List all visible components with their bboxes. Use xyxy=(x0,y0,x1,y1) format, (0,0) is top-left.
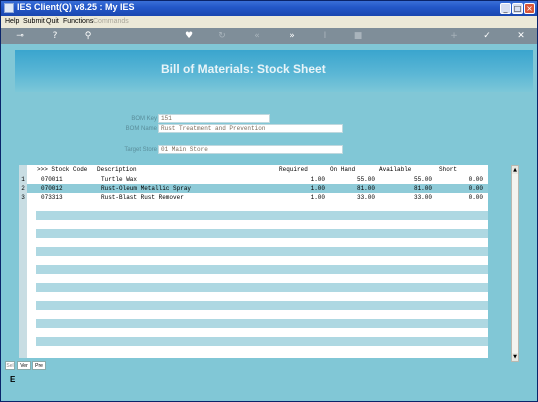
search-icon[interactable]: ⚲ xyxy=(83,30,93,42)
bom-key-field[interactable]: 151 xyxy=(158,114,270,123)
rewind-icon[interactable]: « xyxy=(251,30,263,42)
app-icon xyxy=(4,3,14,13)
col-stock-code[interactable]: >>> Stock Code xyxy=(37,166,87,173)
empty-row[interactable] xyxy=(36,274,488,283)
empty-row[interactable] xyxy=(36,256,488,265)
empty-row[interactable] xyxy=(36,319,488,328)
row-number: 1 xyxy=(21,176,25,183)
page-header: Bill of Materials: Stock Sheet xyxy=(15,50,533,92)
row-number: 2 xyxy=(21,185,25,192)
cell-short: 0.00 xyxy=(468,176,483,183)
empty-row[interactable] xyxy=(36,265,488,274)
menu-submit[interactable]: Submit xyxy=(23,18,45,25)
cell-on-hand: 81.00 xyxy=(356,185,375,192)
empty-row[interactable] xyxy=(36,238,488,247)
col-required[interactable]: Required xyxy=(279,166,308,173)
table-row[interactable]: 073313 Rust-Blast Rust Remover 1.00 33.0… xyxy=(27,193,488,202)
close-window-button[interactable]: × xyxy=(524,3,535,14)
title-bar[interactable]: IES Client(Q) v8.25 : My IES _ □ × xyxy=(1,1,537,16)
help-icon[interactable]: ? xyxy=(50,30,60,42)
cell-short: 0.00 xyxy=(468,185,483,192)
cell-required: 1.00 xyxy=(310,176,325,183)
bom-name-field[interactable]: Rust Treatment and Prevention xyxy=(158,124,343,133)
tab-pre[interactable]: Pre xyxy=(32,361,46,370)
grid-header: >>> Stock Code Description Required On H… xyxy=(27,165,488,174)
empty-row[interactable] xyxy=(36,220,488,229)
app-window: IES Client(Q) v8.25 : My IES _ □ × Help … xyxy=(0,0,538,402)
check-icon[interactable]: ✓ xyxy=(482,30,492,42)
target-store-field[interactable]: 01 Main Store xyxy=(158,145,343,154)
row-number: 3 xyxy=(21,194,25,201)
scroll-up-icon[interactable]: ▲ xyxy=(512,166,518,174)
empty-row[interactable] xyxy=(36,229,488,238)
plus-icon[interactable]: + xyxy=(449,30,459,42)
cell-on-hand: 33.00 xyxy=(356,194,375,201)
menu-quit[interactable]: Quit xyxy=(46,18,59,25)
marker-label: E xyxy=(10,375,16,384)
menu-commands: Commands xyxy=(93,18,129,25)
tab-sel[interactable]: Sel xyxy=(5,361,15,370)
empty-row[interactable] xyxy=(36,211,488,220)
cell-available: 33.00 xyxy=(413,194,432,201)
page-title: Bill of Materials: Stock Sheet xyxy=(161,62,326,76)
scroll-down-icon[interactable]: ▼ xyxy=(512,353,518,361)
cell-description: Rust-Oleum Metallic Spray xyxy=(101,185,192,192)
target-store-label: Target Store xyxy=(124,147,157,153)
col-on-hand[interactable]: On Hand xyxy=(330,166,355,173)
empty-row[interactable] xyxy=(36,310,488,319)
fast-forward-icon[interactable]: » xyxy=(286,30,298,42)
text-cursor-icon[interactable]: I xyxy=(320,30,330,42)
cell-stock-code: 070012 xyxy=(41,185,63,192)
stop-icon[interactable]: ■ xyxy=(353,30,363,42)
toolbar: ⊸ ? ⚲ ♥ ↻ « » I ■ + ✓ ✕ xyxy=(1,28,537,44)
cell-required: 1.00 xyxy=(310,185,325,192)
empty-row[interactable] xyxy=(36,247,488,256)
cell-required: 1.00 xyxy=(310,194,325,201)
key-icon[interactable]: ⊸ xyxy=(9,30,31,42)
col-short[interactable]: Short xyxy=(439,166,457,173)
cell-stock-code: 070011 xyxy=(41,176,63,183)
maximize-button[interactable]: □ xyxy=(512,3,523,14)
bom-key-label: BOM Key xyxy=(131,116,157,122)
empty-row[interactable] xyxy=(36,301,488,310)
tab-ver[interactable]: Ver xyxy=(17,361,31,370)
empty-row[interactable] xyxy=(36,346,488,355)
col-available[interactable]: Available xyxy=(379,166,411,173)
col-description[interactable]: Description xyxy=(97,166,137,173)
cell-short: 0.00 xyxy=(468,194,483,201)
table-row[interactable]: 070012 Rust-Oleum Metallic Spray 1.00 81… xyxy=(27,184,488,193)
heart-icon[interactable]: ♥ xyxy=(184,30,194,42)
cell-available: 81.00 xyxy=(413,185,432,192)
menu-help[interactable]: Help xyxy=(5,18,19,25)
cell-available: 55.00 xyxy=(413,176,432,183)
cell-description: Turtle Wax xyxy=(101,176,138,183)
cell-stock-code: 073313 xyxy=(41,194,63,201)
refresh-icon[interactable]: ↻ xyxy=(217,30,227,42)
empty-row[interactable] xyxy=(36,202,488,211)
empty-row[interactable] xyxy=(36,283,488,292)
minimize-button[interactable]: _ xyxy=(500,3,511,14)
bom-name-label: BOM Name xyxy=(125,126,157,132)
close-icon[interactable]: ✕ xyxy=(516,30,526,42)
client-area: Bill of Materials: Stock Sheet BOM Key 1… xyxy=(1,44,537,401)
menu-bar: Help Submit Quit Functions Commands xyxy=(1,16,537,28)
empty-row[interactable] xyxy=(36,328,488,337)
empty-row[interactable] xyxy=(36,292,488,301)
cell-on-hand: 55.00 xyxy=(356,176,375,183)
cell-description: Rust-Blast Rust Remover xyxy=(101,194,184,201)
vertical-scrollbar[interactable]: ▲ ▼ xyxy=(511,165,519,362)
table-row[interactable]: 070011 Turtle Wax 1.00 55.00 55.00 0.00 xyxy=(27,175,488,184)
menu-functions[interactable]: Functions xyxy=(63,18,93,25)
empty-row[interactable] xyxy=(36,337,488,346)
window-title: IES Client(Q) v8.25 : My IES xyxy=(17,2,135,12)
